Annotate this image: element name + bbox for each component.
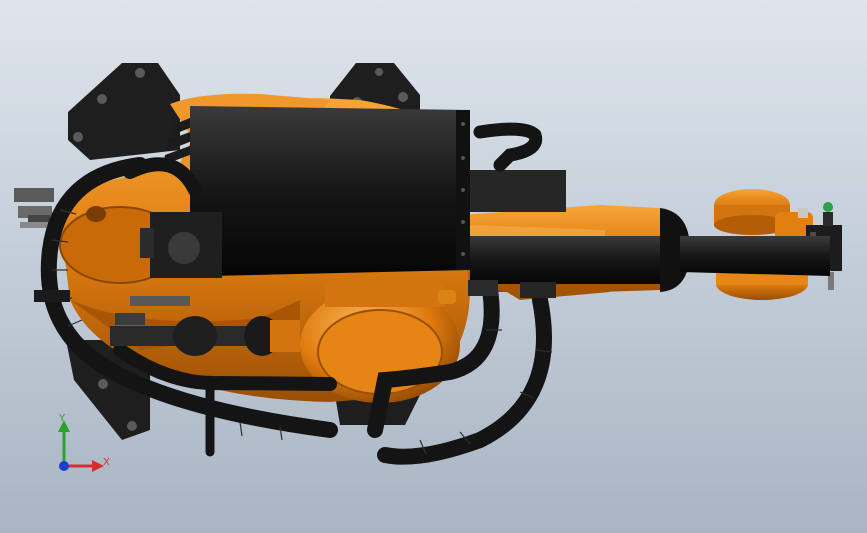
- graphics-viewport[interactable]: Y X: [0, 0, 867, 533]
- triad-graphic: [58, 420, 104, 472]
- x-axis-label: X: [103, 457, 110, 468]
- z-axis-origin-icon: [59, 461, 69, 471]
- coordinate-triad: [44, 410, 114, 480]
- axis-motor: [140, 212, 222, 278]
- left-fittings: [14, 188, 54, 228]
- y-axis-label: Y: [59, 413, 66, 424]
- robot-arm-model[interactable]: [0, 0, 867, 533]
- mounting-plate-top-left: [68, 63, 180, 160]
